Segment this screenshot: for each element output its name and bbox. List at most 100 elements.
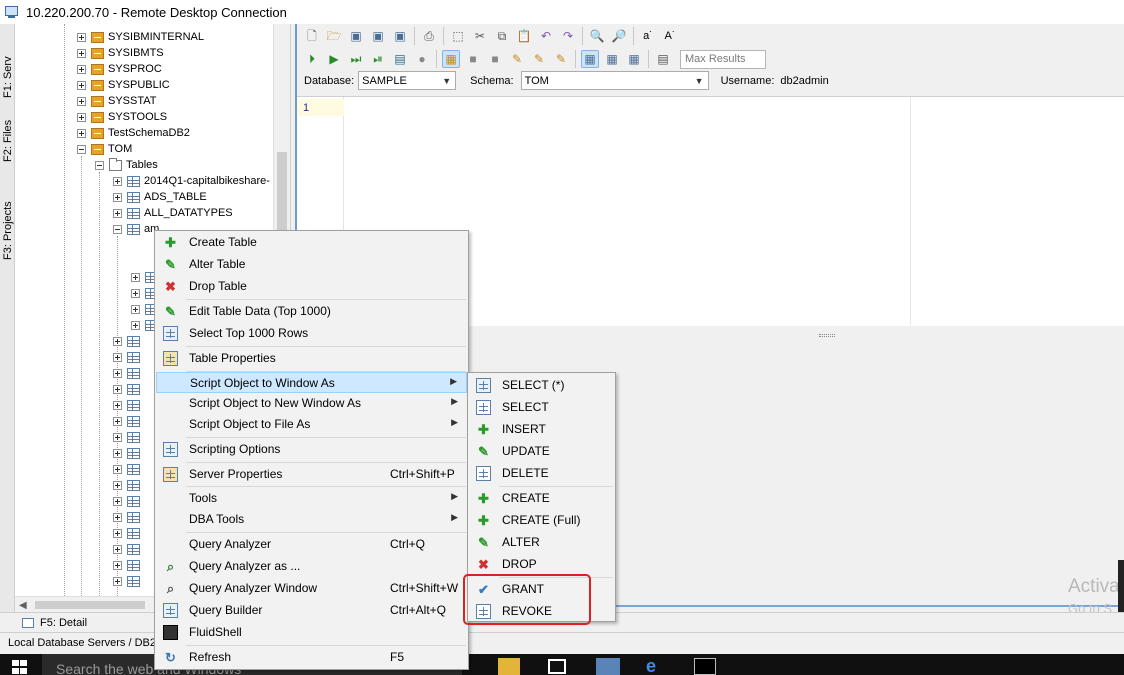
- tree-node-table[interactable]: ALL_DATATYPES: [113, 205, 233, 221]
- expand-icon[interactable]: [113, 400, 122, 410]
- paste-icon[interactable]: 📋: [515, 27, 533, 45]
- tab-files[interactable]: F2: Files: [0, 102, 15, 162]
- uppercase-icon[interactable]: A˙: [661, 27, 679, 45]
- menu-item-tools[interactable]: Tools ▶: [156, 488, 467, 509]
- collapse-icon[interactable]: [77, 144, 86, 154]
- expand-icon[interactable]: [113, 528, 122, 538]
- menu-item-refresh[interactable]: ↻ Refresh F5: [156, 647, 467, 668]
- submenu-item-create[interactable]: ✚ CREATE: [469, 488, 614, 509]
- tree-node-table[interactable]: [113, 445, 144, 461]
- expand-icon[interactable]: [77, 48, 86, 58]
- commit-icon[interactable]: ■: [464, 50, 482, 68]
- submenu-item-alter[interactable]: ✎ ALTER: [469, 532, 614, 553]
- results-tab-icon[interactable]: ▦: [625, 50, 643, 68]
- store-icon[interactable]: [548, 659, 566, 674]
- menu-item-edit-table-data[interactable]: ✎ Edit Table Data (Top 1000): [156, 301, 467, 322]
- expand-icon[interactable]: [113, 560, 122, 570]
- expand-icon[interactable]: [113, 384, 122, 394]
- tree-node-table[interactable]: [113, 541, 144, 557]
- expand-icon[interactable]: [131, 320, 140, 330]
- find-icon[interactable]: 🔍: [588, 27, 606, 45]
- tree-node-schema[interactable]: SYSSTAT: [77, 93, 157, 109]
- expand-icon[interactable]: [131, 272, 140, 282]
- lowercase-icon[interactable]: a˙: [639, 27, 657, 45]
- submenu-item-insert[interactable]: ✚ INSERT: [469, 419, 614, 440]
- menu-item-query-analyzer[interactable]: Query Analyzer Ctrl+Q: [156, 534, 467, 555]
- tree-node-schema[interactable]: SYSIBMINTERNAL: [77, 29, 204, 45]
- expand-icon[interactable]: [113, 368, 122, 378]
- submenu-item-select[interactable]: SELECT: [469, 397, 614, 418]
- expand-icon[interactable]: [113, 416, 122, 426]
- open-folder-icon[interactable]: 🗁: [325, 27, 343, 45]
- execute-script-icon[interactable]: ▤: [391, 50, 409, 68]
- auto-commit-icon[interactable]: ▦: [442, 50, 460, 68]
- submenu-item-update[interactable]: ✎ UPDATE: [469, 441, 614, 462]
- save-as-icon[interactable]: ▣: [369, 27, 387, 45]
- menu-item-fluidshell[interactable]: FluidShell: [156, 622, 467, 643]
- menu-item-drop-table[interactable]: ✖ Drop Table: [156, 276, 467, 297]
- limit-results-icon[interactable]: ▤: [654, 50, 672, 68]
- menu-item-scripting-options[interactable]: Scripting Options: [156, 439, 467, 460]
- scroll-thumb[interactable]: [277, 152, 287, 242]
- save-icon[interactable]: ▣: [347, 27, 365, 45]
- submenu-item-select-star[interactable]: SELECT (*): [469, 375, 614, 396]
- menu-item-server-properties[interactable]: Server Properties Ctrl+Shift+P: [156, 464, 467, 485]
- menu-item-script-to-file[interactable]: Script Object to File As ▶: [156, 414, 467, 435]
- expand-icon[interactable]: [131, 304, 140, 314]
- submenu-item-delete[interactable]: DELETE: [469, 463, 614, 484]
- execute-current-icon[interactable]: ⏭: [347, 50, 365, 68]
- expand-icon[interactable]: [113, 512, 122, 522]
- menu-item-select-top[interactable]: Select Top 1000 Rows: [156, 323, 467, 344]
- expand-icon[interactable]: [113, 448, 122, 458]
- save-all-icon[interactable]: ▣: [391, 27, 409, 45]
- scroll-thumb[interactable]: [35, 601, 145, 609]
- tree-node-table[interactable]: [113, 509, 144, 525]
- format-icon[interactable]: ✎: [508, 50, 526, 68]
- stop-icon[interactable]: ●: [413, 50, 431, 68]
- expand-icon[interactable]: [113, 496, 122, 506]
- submenu-item-drop[interactable]: ✖ DROP: [469, 554, 614, 575]
- submenu-item-create-full[interactable]: ✚ CREATE (Full): [469, 510, 614, 531]
- tree-node-table[interactable]: [113, 349, 144, 365]
- expand-icon[interactable]: [77, 112, 86, 122]
- tree-node-schema[interactable]: SYSPUBLIC: [77, 77, 170, 93]
- replace-icon[interactable]: 🔎: [610, 27, 628, 45]
- tree-node-table[interactable]: [113, 429, 144, 445]
- expand-icon[interactable]: [77, 32, 86, 42]
- uncomment-icon[interactable]: ✎: [552, 50, 570, 68]
- tree-node-schema[interactable]: SYSPROC: [77, 61, 162, 77]
- tree-node-table[interactable]: [113, 333, 144, 349]
- undo-icon[interactable]: ↶: [537, 27, 555, 45]
- expand-icon[interactable]: [113, 192, 122, 202]
- expand-icon[interactable]: [113, 176, 122, 186]
- tree-node-table[interactable]: ADS_TABLE: [113, 189, 207, 205]
- tree-node-schema-tom[interactable]: TOM: [77, 141, 132, 157]
- tab-detail[interactable]: F5: Detail: [22, 615, 87, 631]
- menu-item-alter-table[interactable]: ✎ Alter Table: [156, 254, 467, 275]
- menu-item-dba-tools[interactable]: DBA Tools ▶: [156, 509, 467, 530]
- expand-icon[interactable]: [113, 544, 122, 554]
- cut-icon[interactable]: ✂: [471, 27, 489, 45]
- execute-icon[interactable]: ▶: [325, 50, 343, 68]
- internet-explorer-icon[interactable]: e: [646, 657, 668, 675]
- tree-node-table[interactable]: [113, 557, 144, 573]
- execute-explain-icon[interactable]: ⏯: [369, 50, 387, 68]
- menu-item-script-to-window[interactable]: Script Object to Window As ▶: [156, 372, 467, 393]
- windows-start-icon[interactable]: [12, 660, 28, 674]
- database-select[interactable]: SAMPLE ▼: [358, 71, 457, 90]
- menu-item-create-table[interactable]: ✚ Create Table: [156, 232, 467, 253]
- tree-node-table[interactable]: [113, 413, 144, 429]
- expand-icon[interactable]: [77, 128, 86, 138]
- tree-node-table[interactable]: [113, 573, 144, 589]
- scroll-left-icon[interactable]: ◀: [19, 600, 27, 611]
- copy-icon[interactable]: ⧉: [493, 27, 511, 45]
- tree-node-schema[interactable]: TestSchemaDB2: [77, 125, 190, 141]
- schema-select[interactable]: TOM ▼: [520, 71, 709, 90]
- tab-projects[interactable]: F3: Projects: [0, 180, 15, 260]
- tree-node-table[interactable]: [113, 525, 144, 541]
- comment-icon[interactable]: ✎: [530, 50, 548, 68]
- expand-icon[interactable]: [77, 64, 86, 74]
- tree-node-schema[interactable]: SYSIBMTS: [77, 45, 164, 61]
- expand-icon[interactable]: [77, 80, 86, 90]
- expand-icon[interactable]: [131, 288, 140, 298]
